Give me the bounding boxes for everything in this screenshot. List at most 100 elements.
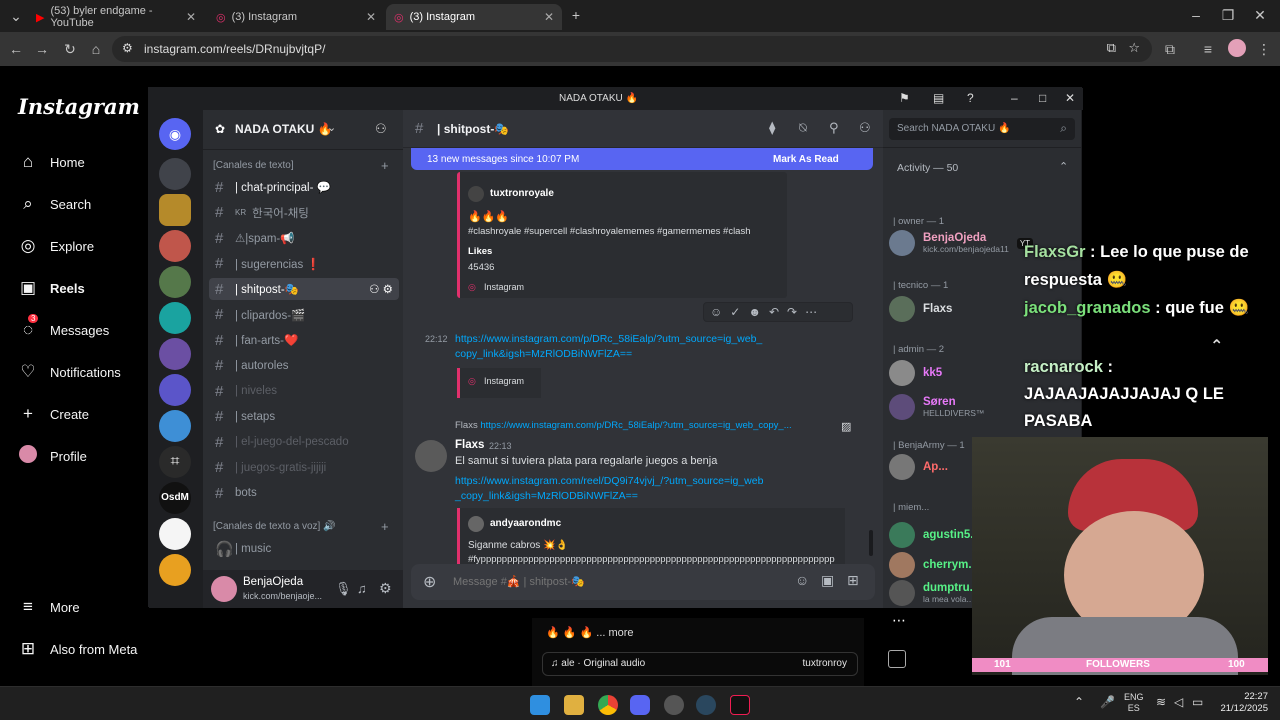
gift-icon[interactable]: ⊞ <box>847 572 859 589</box>
reply-preview[interactable]: Flaxs https://www.instagram.com/p/DRc_58… <box>455 420 855 431</box>
server-osdm-icon[interactable]: OsdM <box>159 482 191 514</box>
tray-chevron-icon[interactable]: ⌃ <box>1074 695 1084 709</box>
reply-icon[interactable]: ↶ <box>769 305 779 319</box>
nav-reels[interactable]: ▣ Reels <box>18 274 85 302</box>
search-input[interactable]: Search NADA OTAKU 🔥 ⌕ <box>889 118 1075 140</box>
add-channel-icon[interactable]: + <box>381 158 389 173</box>
category-text[interactable]: [Canales de texto] <box>213 160 294 171</box>
member-item[interactable]: dumptru... la mea vola... <box>889 578 979 608</box>
back-icon[interactable]: ← <box>6 39 26 59</box>
close-tab-icon[interactable]: ✕ <box>186 10 196 24</box>
pin-icon[interactable]: ⚲ <box>829 120 839 136</box>
clock[interactable]: 22:27 21/12/2025 <box>1216 691 1268 715</box>
message-avatar[interactable] <box>415 440 447 472</box>
member-item[interactable]: kk5 <box>889 358 942 388</box>
url-field[interactable]: ⚙ instagram.com/reels/DRnujbvjtqP/ ⧉ ☆ <box>112 36 1152 62</box>
help-icon[interactable]: ? <box>967 91 974 105</box>
discord-taskbar-icon[interactable] <box>630 695 650 715</box>
forward-icon[interactable]: → <box>32 39 52 59</box>
user-avatar[interactable] <box>211 576 237 602</box>
add-reaction-icon[interactable]: ☻ <box>748 305 761 319</box>
volume-icon[interactable]: ◁ <box>1174 695 1183 709</box>
battery-icon[interactable]: ▭ <box>1192 695 1203 709</box>
channel-settings-icon[interactable]: ⚇ ⚙ <box>369 282 393 296</box>
wifi-icon[interactable]: ≋ <box>1156 695 1166 709</box>
server-icon[interactable] <box>159 302 191 334</box>
close-window-icon[interactable]: ✕ <box>1250 5 1270 25</box>
menu-icon[interactable]: ⋮ <box>1254 39 1274 59</box>
dc-minimize-icon[interactable]: – <box>1011 91 1018 105</box>
steam-icon[interactable] <box>696 695 716 715</box>
instagram-logo[interactable]: Instagram <box>18 94 140 119</box>
more-options-icon[interactable]: ⋯ <box>892 612 906 629</box>
new-messages-bar[interactable]: 13 new messages since 10:07 PM Mark As R… <box>411 148 873 170</box>
tiktok-icon[interactable] <box>730 695 750 715</box>
server-icon[interactable] <box>159 410 191 442</box>
mic-tray-icon[interactable]: 🎤 <box>1100 695 1115 709</box>
server-icon[interactable] <box>159 518 191 550</box>
language-indicator[interactable]: ENG ES <box>1124 692 1144 714</box>
voice-channel-music[interactable]: 🎧 | music <box>209 538 399 560</box>
discord-home-icon[interactable]: ◉ <box>159 118 191 150</box>
collapse-icon[interactable]: ⌃ <box>1059 160 1068 173</box>
minimize-icon[interactable]: – <box>1186 5 1206 25</box>
member-item[interactable]: cherrym... <box>889 550 978 580</box>
crop-server-icon[interactable]: ⌗ <box>159 446 191 478</box>
channel-item[interactable]: # | shitpost-🎭 ⚇ ⚙ <box>209 278 399 300</box>
server-icon[interactable] <box>159 266 191 298</box>
nav-also-from-meta[interactable]: ⊞ Also from Meta <box>18 635 138 663</box>
channel-item[interactable]: # KR 한국어-채팅 <box>209 202 399 224</box>
user-settings-icon[interactable]: ⚙ <box>379 580 392 597</box>
image-upload-icon[interactable]: ▣ <box>821 572 834 589</box>
nav-explore[interactable]: ◎ Explore <box>18 232 95 260</box>
nav-create[interactable]: + Create <box>18 400 89 428</box>
inbox-icon[interactable]: ▤ <box>933 91 944 105</box>
chrome-icon[interactable] <box>598 695 618 715</box>
message-input[interactable] <box>453 572 753 592</box>
reload-icon[interactable]: ↻ <box>60 39 80 59</box>
attach-plus-icon[interactable]: ⊕ <box>423 572 436 592</box>
obs-icon[interactable] <box>664 695 684 715</box>
channel-item[interactable]: # | autoroles <box>209 355 399 377</box>
microphone-icon[interactable]: 🎙 <box>335 581 352 597</box>
emoji-picker-icon[interactable]: ☺ <box>795 572 809 588</box>
tab-search-icon[interactable]: ⌄ <box>6 6 26 26</box>
audio-pill[interactable]: ♫ ale · Original audio tuxtronroy <box>542 652 858 676</box>
chat-scrollbar[interactable] <box>869 530 873 556</box>
home-icon[interactable]: ⌂ <box>86 39 106 59</box>
bookmark-star-icon[interactable]: ☆ <box>1128 40 1140 56</box>
channel-item[interactable]: # ⚠|spam-📢 <box>209 227 399 249</box>
nav-messages[interactable]: ◌ 3 Messages <box>18 314 109 344</box>
nav-profile[interactable]: Profile <box>18 442 87 470</box>
server-icon[interactable] <box>159 554 191 586</box>
mute-icon[interactable]: ⍉ <box>799 120 807 136</box>
headset-icon[interactable]: ♫ <box>357 581 367 596</box>
server-icon[interactable] <box>159 374 191 406</box>
close-tab-icon[interactable]: ✕ <box>544 10 554 24</box>
channel-item[interactable]: # | juegos-gratis-jijiji <box>209 457 399 479</box>
reel-caption[interactable]: 🔥 🔥 🔥 ... more <box>546 626 634 639</box>
message-actions[interactable]: ☺ ✓ ☻ ↶ ↷ ⋯ <box>703 302 853 322</box>
media-icon[interactable]: ≡ <box>1198 39 1218 59</box>
nav-home[interactable]: ⌂ Home <box>18 148 85 176</box>
add-voice-channel-icon[interactable]: + <box>381 519 389 534</box>
members-icon[interactable]: ⚇ <box>859 120 871 136</box>
channel-item[interactable]: # | niveles <box>209 380 399 402</box>
channel-item[interactable]: # | chat-principal- 💬 <box>209 176 399 198</box>
reaction-icon[interactable]: ✓ <box>730 305 740 319</box>
category-voice[interactable]: [Canales de texto a voz] 🔊 <box>213 521 336 532</box>
server-icon[interactable] <box>159 194 191 226</box>
file-explorer-icon[interactable] <box>564 695 584 715</box>
server-icon[interactable] <box>159 230 191 262</box>
emoji-icon[interactable]: ☺ <box>710 305 722 319</box>
tab-youtube[interactable]: ▶ (53) byler endgame - YouTube ✕ <box>28 4 204 30</box>
dc-close-icon[interactable]: ✕ <box>1065 91 1075 105</box>
threads-icon[interactable]: ⧫ <box>769 120 775 136</box>
restore-icon[interactable]: ❐ <box>1218 5 1238 25</box>
tab-instagram-2[interactable]: ◎ (3) Instagram ✕ <box>386 4 562 30</box>
flag-icon[interactable]: ⚑ <box>899 91 910 105</box>
dc-maximize-icon[interactable]: □ <box>1039 91 1046 105</box>
channel-item[interactable]: # | setaps <box>209 406 399 428</box>
cast-icon[interactable]: ⧉ <box>1107 40 1116 56</box>
new-tab-icon[interactable]: + <box>566 5 586 25</box>
